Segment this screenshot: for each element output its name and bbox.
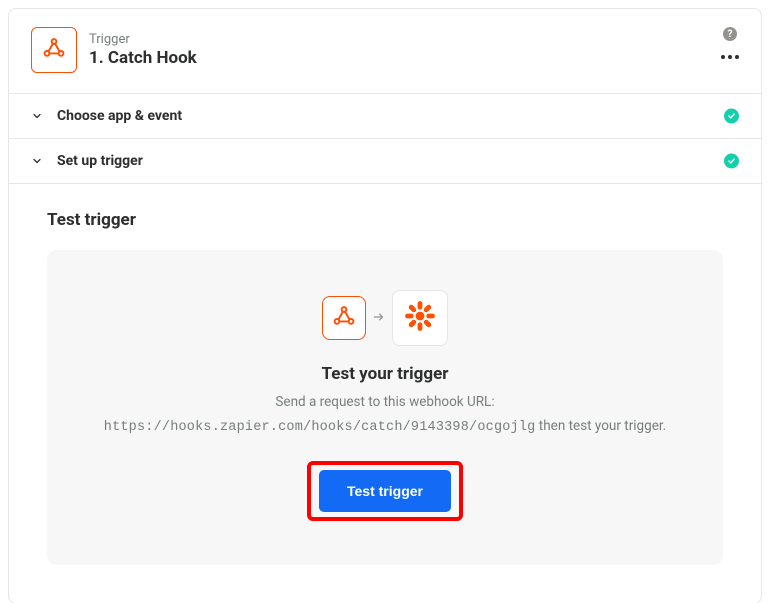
check-complete-icon xyxy=(724,109,739,124)
step-header-actions: ? xyxy=(721,27,739,59)
test-panel-title: Test your trigger xyxy=(67,364,703,384)
arrow-right-icon xyxy=(372,309,386,328)
section-test-trigger: Test trigger xyxy=(9,183,761,603)
step-header: Trigger 1. Catch Hook ? xyxy=(9,9,761,93)
more-options-icon[interactable] xyxy=(721,55,739,59)
webhook-icon xyxy=(41,35,67,65)
webhook-url-suffix: then test your trigger. xyxy=(535,418,666,434)
section-label: Set up trigger xyxy=(57,153,143,169)
help-icon[interactable]: ? xyxy=(723,27,737,41)
webhook-icon xyxy=(331,303,357,333)
step-eyebrow: Trigger xyxy=(89,32,197,48)
webhook-url-line: https://hooks.zapier.com/hooks/catch/914… xyxy=(67,418,703,435)
test-panel-instruction: Send a request to this webhook URL: xyxy=(67,394,703,410)
webhook-logo-tile xyxy=(322,296,366,340)
step-header-labels: Trigger 1. Catch Hook xyxy=(89,32,197,68)
test-trigger-heading: Test trigger xyxy=(47,210,723,230)
test-trigger-panel: Test your trigger Send a request to this… xyxy=(47,250,723,565)
logo-flow-row xyxy=(67,290,703,346)
zapier-logo-tile xyxy=(392,290,448,346)
section-label: Choose app & event xyxy=(57,108,182,124)
step-title: 1. Catch Hook xyxy=(89,48,197,68)
chevron-down-icon xyxy=(31,155,43,167)
check-complete-icon xyxy=(724,154,739,169)
zapier-icon xyxy=(403,299,437,337)
webhook-url: https://hooks.zapier.com/hooks/catch/914… xyxy=(104,420,536,435)
highlight-annotation: Test trigger xyxy=(307,461,463,521)
section-row-choose-app[interactable]: Choose app & event xyxy=(9,93,761,138)
test-trigger-button[interactable]: Test trigger xyxy=(319,470,451,512)
section-row-setup-trigger[interactable]: Set up trigger xyxy=(9,138,761,183)
trigger-step-card: Trigger 1. Catch Hook ? Choose app & eve… xyxy=(8,8,762,603)
chevron-down-icon xyxy=(31,110,43,122)
app-logo-tile xyxy=(31,27,77,73)
